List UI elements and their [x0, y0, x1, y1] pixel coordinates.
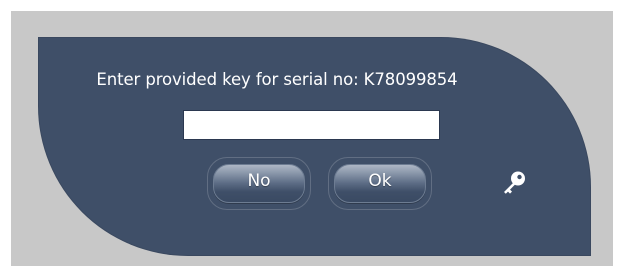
ok-button[interactable]: Ok: [328, 157, 432, 210]
no-button-label: No: [247, 171, 271, 191]
ok-button-label: Ok: [368, 171, 392, 191]
prompt-text: Enter provided key for serial no: K78099…: [96, 70, 458, 89]
key-icon: [501, 170, 527, 198]
license-key-input[interactable]: [183, 110, 440, 140]
no-button[interactable]: No: [207, 157, 311, 210]
screen: Enter provided key for serial no: K78099…: [0, 0, 617, 269]
license-key-dialog: Enter provided key for serial no: K78099…: [38, 37, 591, 256]
